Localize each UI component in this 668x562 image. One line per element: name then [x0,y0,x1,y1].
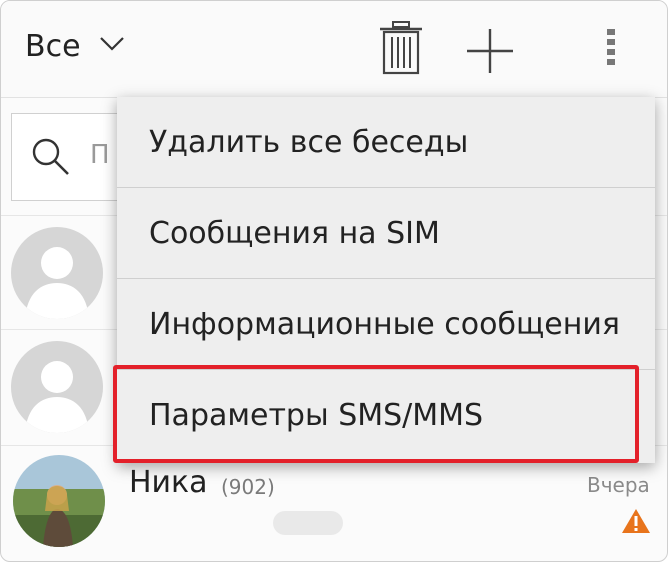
message-count: (902) [221,475,275,499]
contact-photo[interactable] [13,455,105,547]
default-avatar-icon[interactable] [11,227,103,319]
menu-item-info-messages[interactable]: Информационные сообщения [117,279,655,369]
contact-name: Ника [129,465,208,500]
chevron-down-icon[interactable] [99,35,125,53]
top-bar: Все [1,1,667,98]
message-time: Вчера [587,473,650,497]
message-preview-blur [273,511,343,535]
menu-item-sim-messages[interactable]: Сообщения на SIM [117,188,655,278]
overflow-menu-icon[interactable] [605,27,617,71]
menu-item-label: Сообщения на SIM [149,216,440,251]
filter-dropdown-label[interactable]: Все [25,29,81,64]
search-icon [32,138,69,175]
warning-icon [622,509,650,533]
person-silhouette-icon [25,361,89,433]
contact-photo-image [13,455,105,547]
search-placeholder: П [90,140,110,170]
messages-screen: Все П Ника (902) Вчера Удалить все бесед… [0,0,668,562]
default-avatar-icon[interactable] [11,341,103,433]
menu-item-label: Информационные сообщения [149,307,620,342]
highlight-box [113,365,639,463]
menu-item-label: Удалить все беседы [149,125,469,160]
person-silhouette-icon [25,247,89,319]
menu-item-delete-all[interactable]: Удалить все беседы [117,97,655,187]
plus-icon[interactable] [465,27,515,75]
trash-icon[interactable] [379,21,423,75]
